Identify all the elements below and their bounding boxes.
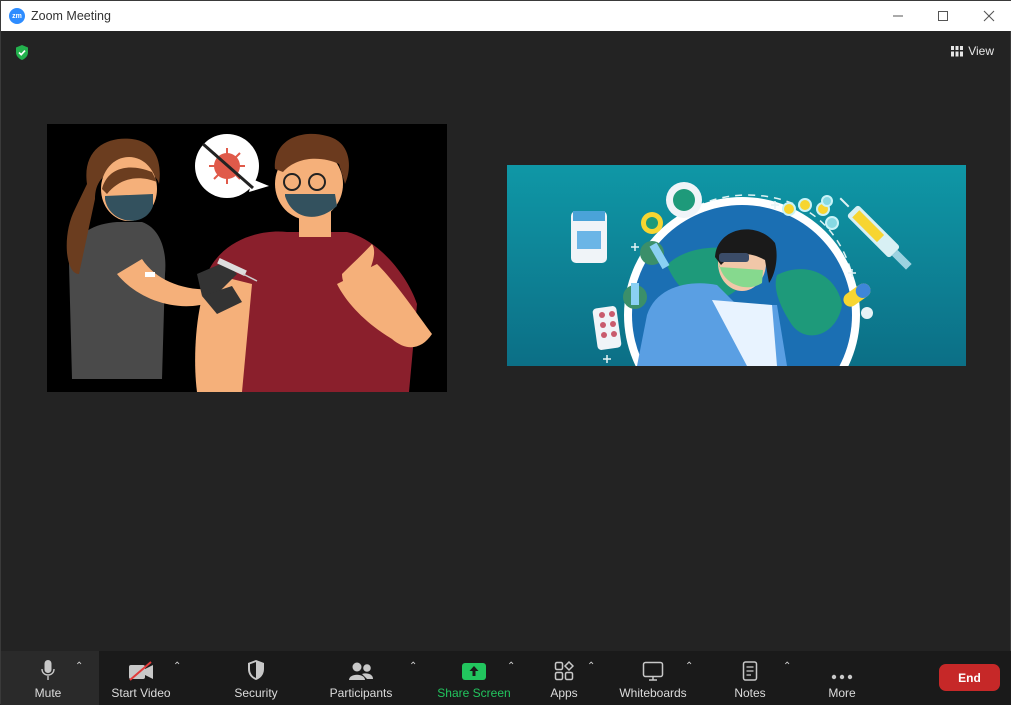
more-dots-icon xyxy=(831,674,853,680)
security-label: Security xyxy=(234,686,278,700)
window-title: Zoom Meeting xyxy=(31,9,111,23)
chevron-up-icon[interactable]: ⌃ xyxy=(587,661,595,672)
encryption-shield-icon[interactable] xyxy=(14,44,30,66)
minimize-icon xyxy=(893,15,903,17)
chevron-up-icon[interactable]: ⌃ xyxy=(685,661,693,672)
view-label: View xyxy=(968,44,994,58)
share-screen-icon xyxy=(462,663,486,680)
notes-label: Notes xyxy=(734,686,766,700)
minimize-button[interactable] xyxy=(875,1,921,31)
video-tile-2[interactable] xyxy=(507,165,966,366)
vaccination-illustration xyxy=(47,124,447,392)
more-label: More xyxy=(828,686,856,700)
meeting-toolbar: Mute ⌃ Start Video ⌃ Security Participan… xyxy=(1,651,1011,705)
apps-label: Apps xyxy=(550,686,578,700)
zoom-logo-icon: zm xyxy=(9,8,25,24)
whiteboard-icon xyxy=(642,661,664,681)
security-button[interactable]: Security xyxy=(229,651,283,705)
maximize-button[interactable] xyxy=(920,1,966,31)
share-screen-label: Share Screen xyxy=(437,686,511,700)
mute-button[interactable]: Mute xyxy=(27,651,69,705)
participants-icon xyxy=(349,662,373,680)
security-shield-icon xyxy=(248,660,264,680)
notes-button[interactable]: Notes xyxy=(730,651,770,705)
grid-view-icon xyxy=(951,45,964,56)
chevron-up-icon[interactable]: ⌃ xyxy=(75,661,83,672)
participants-button[interactable]: Participants xyxy=(327,651,395,705)
more-button[interactable]: More xyxy=(822,651,862,705)
chevron-up-icon[interactable]: ⌃ xyxy=(507,661,515,672)
maximize-icon xyxy=(938,11,948,21)
whiteboards-button[interactable]: Whiteboards xyxy=(616,651,690,705)
start-video-button[interactable]: Start Video xyxy=(107,651,175,705)
close-button[interactable] xyxy=(966,1,1011,31)
chevron-up-icon[interactable]: ⌃ xyxy=(173,661,181,672)
close-icon xyxy=(983,10,995,22)
whiteboards-label: Whiteboards xyxy=(619,686,687,700)
zoom-window: zm Zoom Meeting View Mute ⌃ Start Video … xyxy=(0,0,1011,705)
notes-icon xyxy=(742,661,758,681)
chevron-up-icon[interactable]: ⌃ xyxy=(409,661,417,672)
participants-label: Participants xyxy=(329,686,393,700)
microphone-icon xyxy=(41,660,55,680)
video-off-icon xyxy=(129,661,153,681)
view-button[interactable]: View xyxy=(951,44,994,58)
apps-icon xyxy=(554,661,574,681)
video-tile-1[interactable] xyxy=(47,124,447,392)
apps-button[interactable]: Apps xyxy=(546,651,582,705)
vaccine-research-illustration xyxy=(507,165,966,366)
mute-label: Mute xyxy=(34,686,62,700)
title-bar: zm Zoom Meeting xyxy=(1,1,1011,31)
start-video-label: Start Video xyxy=(111,686,171,700)
share-screen-button[interactable]: Share Screen xyxy=(437,651,511,705)
end-meeting-button[interactable]: End xyxy=(939,664,1000,691)
chevron-up-icon[interactable]: ⌃ xyxy=(783,661,791,672)
